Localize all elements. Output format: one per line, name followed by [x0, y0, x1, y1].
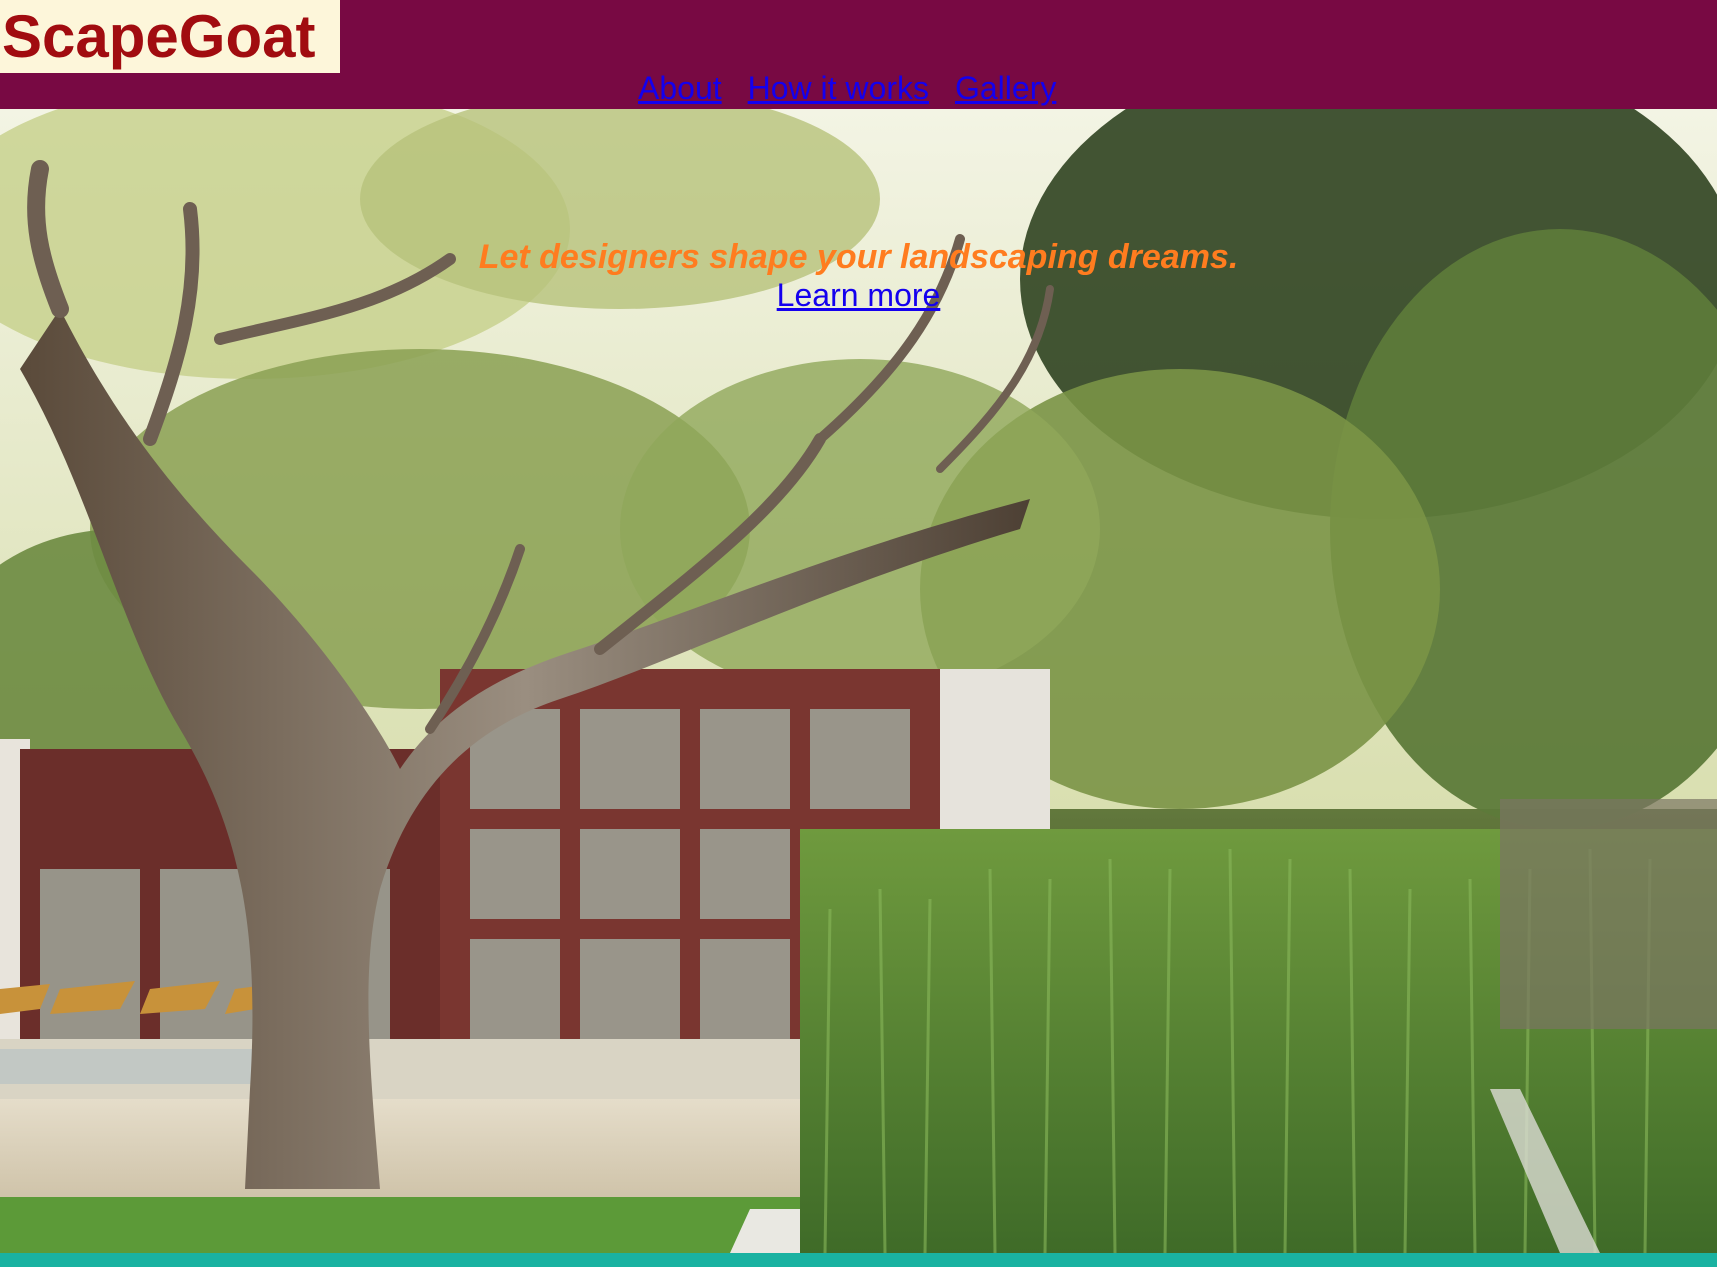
hero-section: Let designers shape your landscaping dre…	[0, 109, 1717, 1253]
brand-logo[interactable]: ScapeGoat	[0, 0, 340, 73]
nav-link-about[interactable]: About	[638, 70, 722, 106]
footer-bar	[0, 1253, 1717, 1267]
learn-more-link[interactable]: Learn more	[777, 277, 941, 313]
main-nav: About How it works Gallery	[638, 70, 1082, 107]
learn-more-container: Learn more	[0, 277, 1717, 314]
nav-link-gallery[interactable]: Gallery	[955, 70, 1056, 106]
hero-tagline: Let designers shape your landscaping dre…	[478, 238, 1239, 276]
site-header: ScapeGoat About How it works Gallery	[0, 0, 1717, 109]
nav-link-how-it-works[interactable]: How it works	[748, 70, 929, 106]
